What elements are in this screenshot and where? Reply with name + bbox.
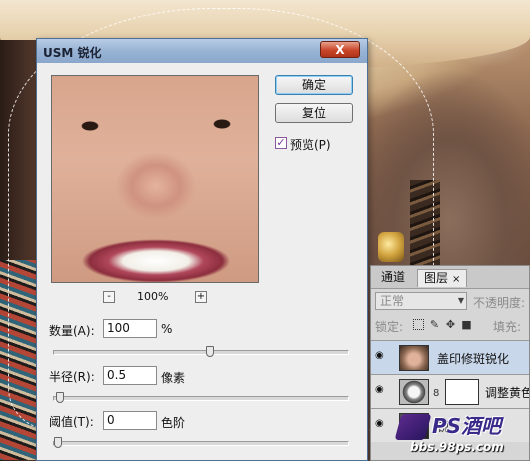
adjustment-layer-icon <box>399 379 429 405</box>
radius-input[interactable]: 0.5 <box>103 366 157 385</box>
layer-row[interactable]: ◉ 盖印修斑锐化 <box>371 340 529 374</box>
zoom-level: 100% <box>137 290 169 303</box>
reset-button[interactable]: 复位 <box>275 103 353 123</box>
amount-unit: % <box>161 322 173 336</box>
eye-icon[interactable]: ◉ <box>375 419 389 429</box>
amount-label: 数量(A): <box>49 324 95 338</box>
layer-name: 盖印修斑锐化 <box>437 352 510 366</box>
watermark-url: bbs.98ps.com <box>410 440 504 454</box>
chevron-down-icon: ▼ <box>457 296 464 305</box>
eye-icon[interactable]: ◉ <box>375 351 389 361</box>
layer-thumbnail <box>399 345 429 371</box>
usm-sharpen-dialog: USM 锐化 X - 100% + 确定 复位 ✓ 预览(P) 数量(A): 1… <box>36 38 368 461</box>
preview-image[interactable] <box>51 75 259 283</box>
lock-transparent-pixels-icon[interactable] <box>413 319 424 330</box>
eye-icon[interactable]: ◉ <box>375 385 389 395</box>
tab-channels[interactable]: 通道 <box>375 269 412 287</box>
preview-checkbox[interactable]: ✓ <box>275 137 287 149</box>
threshold-input[interactable]: 0 <box>103 411 157 430</box>
threshold-slider[interactable] <box>53 437 349 448</box>
amount-slider[interactable] <box>53 346 349 357</box>
close-tab-icon[interactable]: × <box>452 274 460 285</box>
layer-name: 调整黄色 <box>485 386 530 400</box>
gold-ornament <box>378 232 404 262</box>
beaded-ornament-left <box>0 260 40 460</box>
move-icon[interactable]: ✥ <box>445 319 456 330</box>
ok-button[interactable]: 确定 <box>275 75 353 95</box>
zoom-in-button[interactable]: + <box>195 291 207 303</box>
watermark-logo-icon <box>394 414 432 440</box>
brush-icon[interactable]: ✎ <box>429 319 440 330</box>
layer-row[interactable]: ◉ 8 调整黄色 <box>371 374 530 408</box>
opacity-label: 不透明度: <box>473 296 526 310</box>
zoom-controls: - 100% + <box>103 290 213 307</box>
tab-layers-label: 图层 <box>424 271 449 285</box>
radius-slider-thumb[interactable] <box>56 392 64 403</box>
preview-label: 预览(P) <box>290 138 331 152</box>
threshold-unit: 色阶 <box>161 416 186 430</box>
lock-row: 锁定: ✎ ✥ ■ 填充: <box>375 318 529 334</box>
radius-unit: 像素 <box>161 371 186 385</box>
blend-mode-value: 正常 <box>380 294 405 308</box>
threshold-label: 阈值(T): <box>49 415 94 429</box>
threshold-slider-thumb[interactable] <box>54 437 62 448</box>
layer-mask-thumbnail[interactable] <box>445 379 479 405</box>
lock-label: 锁定: <box>375 320 404 334</box>
amount-input[interactable]: 100 <box>103 319 157 338</box>
panel-tabs: 通道 图层 × <box>371 266 529 289</box>
lock-icon[interactable]: ■ <box>461 319 472 330</box>
blend-row: 正常 ▼ 不透明度: <box>375 292 527 312</box>
watermark-title: PS酒吧 <box>432 414 502 438</box>
zoom-out-button[interactable]: - <box>103 291 115 303</box>
radius-slider[interactable] <box>53 392 349 403</box>
dialog-title-bar[interactable]: USM 锐化 X <box>37 39 367 63</box>
watermark: PS酒吧 bbs.98ps.com <box>392 408 530 461</box>
close-button[interactable]: X <box>320 41 360 58</box>
dialog-title: USM 锐化 <box>43 46 102 60</box>
amount-slider-thumb[interactable] <box>206 346 214 357</box>
blend-mode-select[interactable]: 正常 ▼ <box>375 292 467 310</box>
radius-label: 半径(R): <box>49 370 95 384</box>
chain-link-icon[interactable]: 8 <box>433 388 439 399</box>
fill-label: 填充: <box>493 320 522 334</box>
tab-layers[interactable]: 图层 × <box>417 269 468 287</box>
